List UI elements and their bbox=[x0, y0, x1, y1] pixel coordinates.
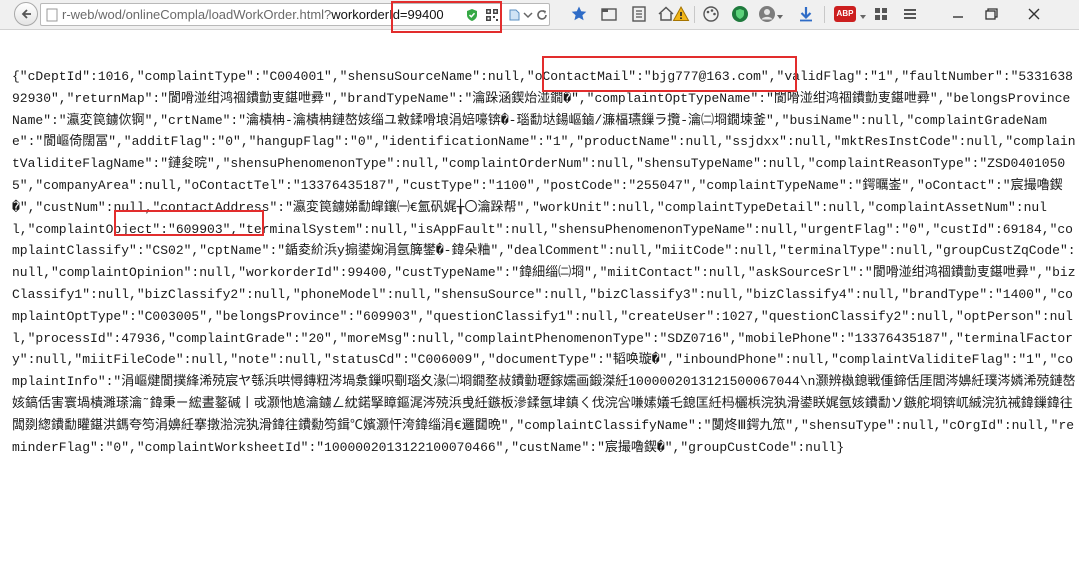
warning-icon[interactable] bbox=[672, 5, 690, 23]
profile-dropdown-icon[interactable] bbox=[775, 9, 785, 19]
extension-page-icon[interactable] bbox=[507, 8, 521, 22]
adblock-icon[interactable]: ABP bbox=[834, 6, 856, 22]
back-button[interactable] bbox=[14, 2, 38, 26]
json-contact-tel-segment: ":"13376435187", bbox=[277, 177, 403, 193]
apps-grid-icon[interactable] bbox=[872, 5, 890, 23]
json-text-segment: "custType":"1100","postCode":"255047","c… bbox=[12, 177, 1076, 455]
reload-icon[interactable] bbox=[535, 8, 549, 22]
hamburger-menu-icon[interactable] bbox=[901, 5, 919, 23]
toolbar-separator bbox=[824, 6, 825, 23]
json-response-body: {"cDeptId":1016,"complaintType":"C004001… bbox=[12, 66, 1077, 458]
minimize-icon[interactable] bbox=[949, 5, 967, 23]
shield-check-icon[interactable] bbox=[465, 8, 479, 22]
tab-icon[interactable] bbox=[600, 5, 618, 23]
green-shield-icon[interactable] bbox=[731, 5, 749, 23]
url-path: r-web/wod/onlineCompla/loadWorkOrder.htm… bbox=[62, 7, 332, 22]
url-query-param: workorderId=99400 bbox=[331, 7, 444, 22]
json-text-segment: {"cDeptId":1016,"complaintType":"C004001… bbox=[12, 69, 527, 84]
json-contact-mail-segment: "oContactMail":"bjg777@163.com" bbox=[526, 69, 769, 84]
restore-icon[interactable] bbox=[982, 5, 1000, 23]
bookmark-star-icon[interactable] bbox=[570, 5, 588, 23]
reading-list-icon[interactable] bbox=[630, 5, 648, 23]
page-icon bbox=[45, 8, 59, 22]
browser-toolbar: r-web/wod/onlineCompla/loadWorkOrder.htm… bbox=[0, 0, 1079, 30]
dropdown-arrow-icon[interactable] bbox=[521, 8, 535, 22]
close-icon[interactable] bbox=[1025, 5, 1043, 23]
json-text-segment: ,"validFlag":"1","faultNumber":"53316389… bbox=[12, 69, 1076, 193]
profile-icon[interactable] bbox=[758, 5, 776, 23]
toolbar-separator bbox=[694, 6, 695, 23]
adblock-dropdown-icon[interactable] bbox=[858, 9, 868, 19]
qr-code-icon[interactable] bbox=[485, 8, 499, 22]
url-text: r-web/wod/onlineCompla/loadWorkOrder.htm… bbox=[62, 7, 444, 22]
address-bar[interactable]: r-web/wod/onlineCompla/loadWorkOrder.htm… bbox=[40, 3, 550, 26]
palette-icon[interactable] bbox=[702, 5, 720, 23]
download-arrow-icon[interactable] bbox=[797, 5, 815, 23]
